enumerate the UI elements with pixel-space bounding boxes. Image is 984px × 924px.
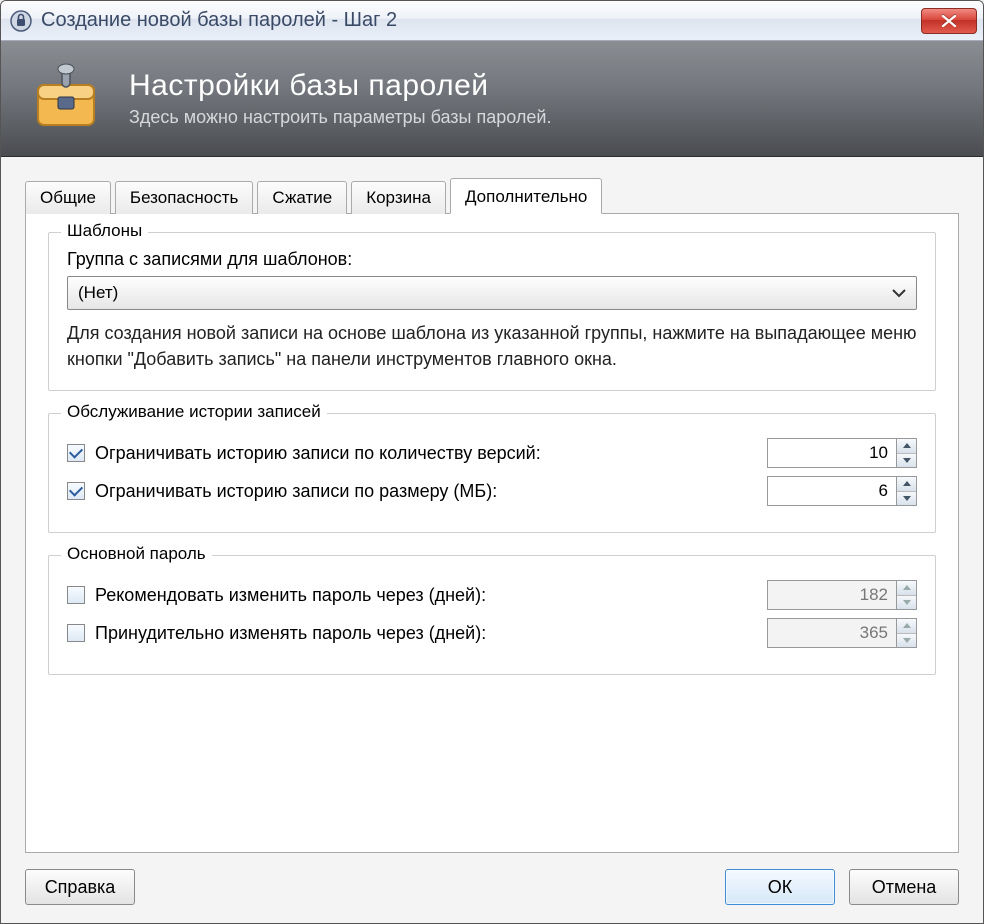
row-limit-versions: Ограничивать историю записи по количеств… bbox=[67, 438, 917, 468]
label-recommend-change: Рекомендовать изменить пароль через (дне… bbox=[95, 585, 767, 606]
banner-icon bbox=[21, 54, 111, 144]
dialog-footer: Справка ОК Отмена bbox=[25, 853, 959, 905]
row-recommend-change: Рекомендовать изменить пароль через (дне… bbox=[67, 580, 917, 610]
input-limit-versions[interactable] bbox=[767, 438, 897, 468]
group-history-title: Обслуживание истории записей bbox=[61, 402, 327, 422]
label-limit-size: Ограничивать историю записи по размеру (… bbox=[95, 481, 767, 502]
help-button[interactable]: Справка bbox=[25, 869, 135, 905]
group-templates: Шаблоны Группа с записями для шаблонов: … bbox=[48, 232, 936, 391]
templates-description: Для создания новой записи на основе шабл… bbox=[67, 320, 917, 372]
spin-down-icon[interactable] bbox=[897, 492, 916, 506]
spin-down-icon[interactable] bbox=[897, 454, 916, 468]
checkbox-recommend-change[interactable] bbox=[67, 586, 85, 604]
client-area: Общие Безопасность Сжатие Корзина Дополн… bbox=[1, 157, 983, 923]
templates-group-dropdown[interactable]: (Нет) bbox=[67, 276, 917, 310]
tab-security[interactable]: Безопасность bbox=[115, 181, 253, 214]
input-force-change[interactable] bbox=[767, 618, 897, 648]
tab-panel-advanced: Шаблоны Группа с записями для шаблонов: … bbox=[25, 213, 959, 853]
close-button[interactable] bbox=[921, 8, 977, 34]
tab-compression[interactable]: Сжатие bbox=[257, 181, 347, 214]
templates-label: Группа с записями для шаблонов: bbox=[67, 249, 917, 270]
group-history: Обслуживание истории записей Ограничиват… bbox=[48, 413, 936, 533]
spinner-limit-size bbox=[767, 476, 917, 506]
label-limit-versions: Ограничивать историю записи по количеств… bbox=[95, 443, 767, 464]
templates-group-dropdown-value: (Нет) bbox=[78, 283, 118, 303]
spin-down-icon[interactable] bbox=[897, 596, 916, 610]
tab-general[interactable]: Общие bbox=[25, 181, 111, 214]
spin-up-icon[interactable] bbox=[897, 439, 916, 454]
spinner-force-change bbox=[767, 618, 917, 648]
group-master-password-title: Основной пароль bbox=[61, 544, 212, 564]
row-force-change: Принудительно изменять пароль через (дне… bbox=[67, 618, 917, 648]
spinner-buttons bbox=[897, 438, 917, 468]
row-limit-size: Ограничивать историю записи по размеру (… bbox=[67, 476, 917, 506]
checkbox-force-change[interactable] bbox=[67, 624, 85, 642]
label-force-change: Принудительно изменять пароль через (дне… bbox=[95, 623, 767, 644]
banner-subtitle: Здесь можно настроить параметры базы пар… bbox=[129, 107, 551, 128]
spinner-buttons bbox=[897, 618, 917, 648]
spinner-buttons bbox=[897, 580, 917, 610]
app-icon bbox=[9, 9, 33, 33]
dialog-window: Создание новой базы паролей - Шаг 2 Наст… bbox=[0, 0, 984, 924]
spinner-recommend-change bbox=[767, 580, 917, 610]
spinner-buttons bbox=[897, 476, 917, 506]
window-title: Создание новой базы паролей - Шаг 2 bbox=[41, 9, 921, 32]
spin-down-icon[interactable] bbox=[897, 634, 916, 648]
banner-text: Настройки базы паролей Здесь можно настр… bbox=[129, 69, 551, 128]
spin-up-icon[interactable] bbox=[897, 477, 916, 492]
group-templates-title: Шаблоны bbox=[61, 221, 148, 241]
input-limit-size[interactable] bbox=[767, 476, 897, 506]
checkbox-limit-size[interactable] bbox=[67, 482, 85, 500]
spin-up-icon[interactable] bbox=[897, 581, 916, 596]
group-master-password: Основной пароль Рекомендовать изменить п… bbox=[48, 555, 936, 675]
banner-title: Настройки базы паролей bbox=[129, 69, 551, 103]
tab-strip: Общие Безопасность Сжатие Корзина Дополн… bbox=[25, 177, 959, 213]
header-banner: Настройки базы паролей Здесь можно настр… bbox=[1, 41, 983, 157]
spin-up-icon[interactable] bbox=[897, 619, 916, 634]
chevron-down-icon bbox=[892, 283, 906, 303]
ok-button[interactable]: ОК bbox=[725, 869, 835, 905]
input-recommend-change[interactable] bbox=[767, 580, 897, 610]
cancel-button[interactable]: Отмена bbox=[849, 869, 959, 905]
tab-advanced[interactable]: Дополнительно bbox=[450, 178, 602, 214]
spinner-limit-versions bbox=[767, 438, 917, 468]
tab-recyclebin[interactable]: Корзина bbox=[351, 181, 446, 214]
titlebar: Создание новой базы паролей - Шаг 2 bbox=[1, 1, 983, 41]
checkbox-limit-versions[interactable] bbox=[67, 444, 85, 462]
